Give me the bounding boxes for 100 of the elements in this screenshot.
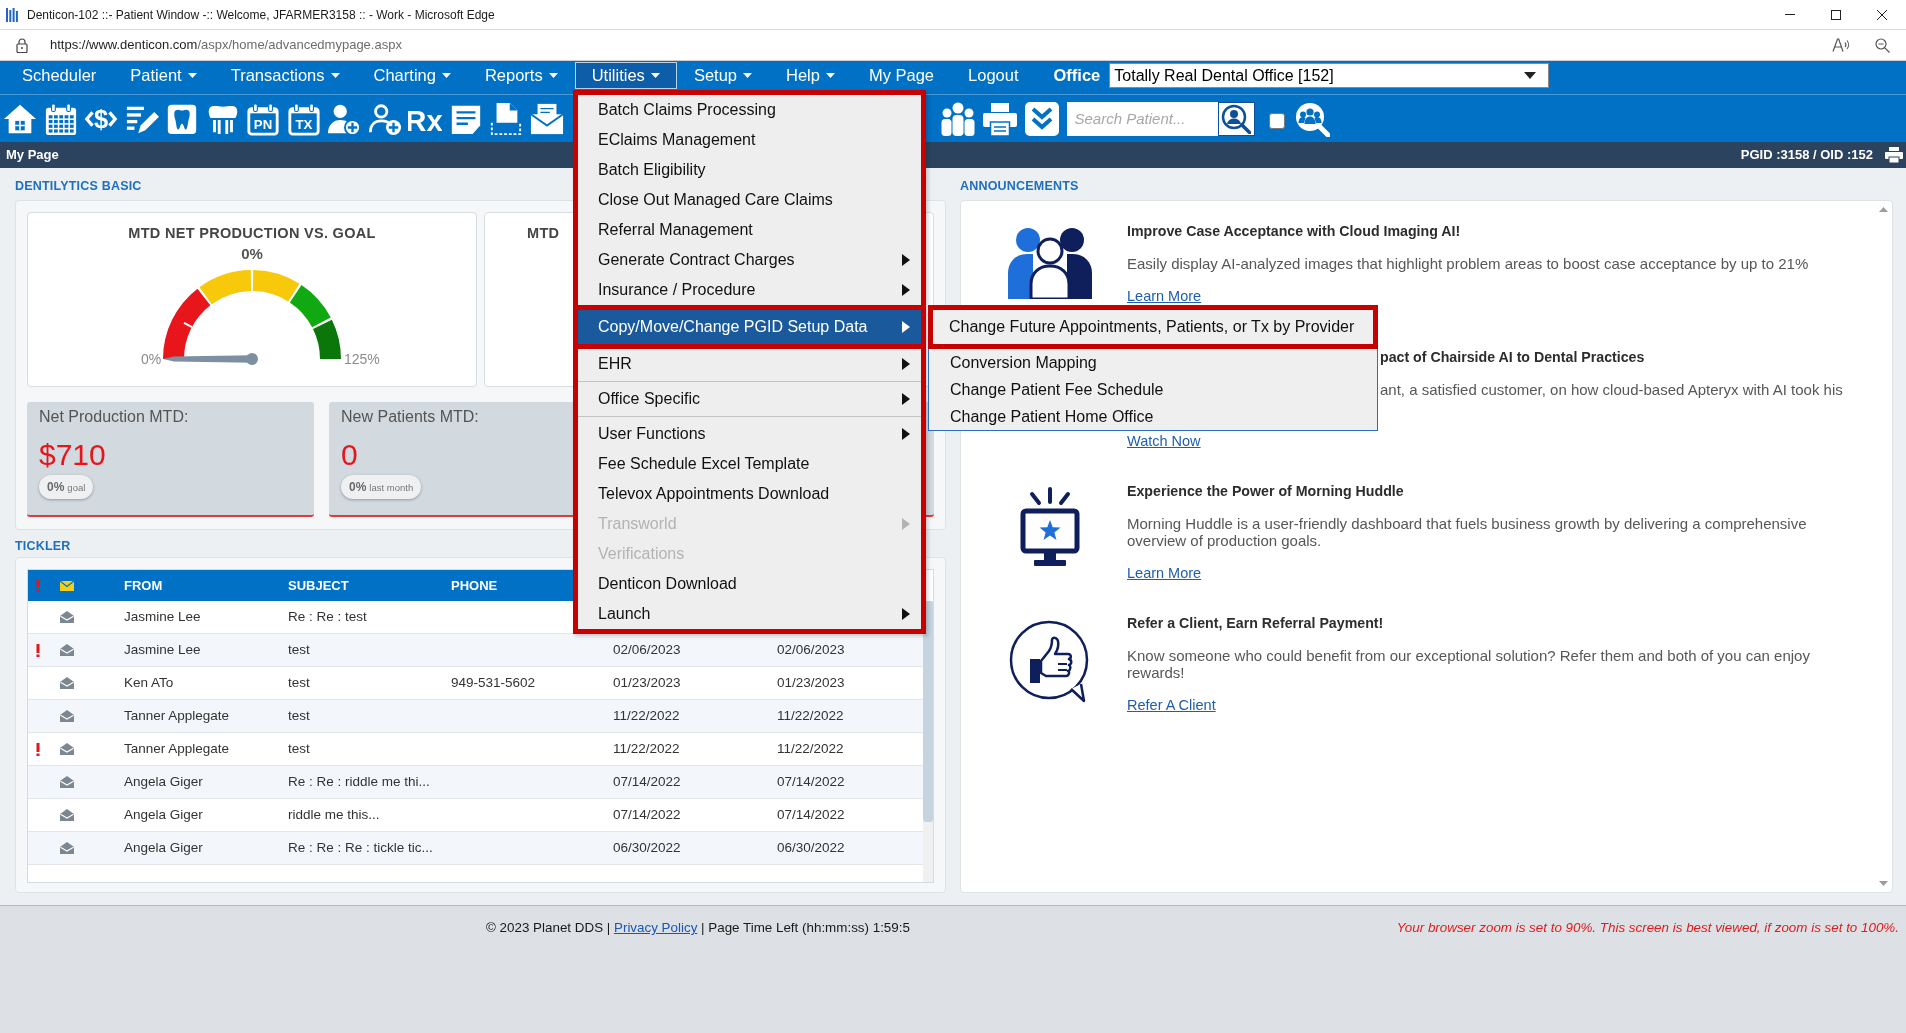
table-cell-text: 11/22/2022 (613, 739, 680, 758)
menu-option[interactable]: Launch (578, 599, 921, 629)
menu-item[interactable]: Reports (467, 62, 575, 89)
menu-option[interactable]: Generate Contract Charges (578, 245, 921, 275)
calendar-icon[interactable] (43, 101, 78, 136)
table-cell-text: Angela Giger (124, 772, 203, 791)
menu-option[interactable]: User Functions (578, 419, 921, 449)
menu-item[interactable]: Utilities (574, 62, 677, 89)
table-cell-text: Tanner Applegate (124, 706, 230, 725)
submenu-option[interactable]: Change Patient Home Office (929, 403, 1377, 430)
menu-option[interactable]: Referral Management (578, 215, 921, 245)
read-aloud-icon[interactable] (1832, 38, 1850, 52)
menu-option[interactable]: EHR (578, 349, 921, 379)
open-envelope-icon (60, 809, 74, 821)
pill-value: 0% (47, 479, 65, 496)
zoom-warning: Your browser zoom is set to 90%. This screen is best viewed, if zoom is set to 100%. (1396, 919, 1899, 937)
stat-label: New Patients MTD: (341, 408, 479, 426)
search-field[interactable]: Search Patient... (1066, 101, 1218, 136)
open-envelope-icon (60, 776, 74, 788)
window-title: Denticon-102 ::- Patient Window -:: Welcome, JFARMER3158 :: - Work - Microsoft Edge (27, 6, 495, 24)
table-cell-text: 11/22/2022 (777, 739, 844, 758)
add-person-icon[interactable] (367, 101, 402, 136)
table-cell-text: 06/30/2022 (613, 838, 681, 857)
printer-icon[interactable] (981, 100, 1018, 137)
menu-item[interactable]: Logout (951, 62, 1036, 89)
section-heading: ANNOUNCEMENTS (960, 178, 1079, 195)
scroll-up-icon[interactable] (1878, 207, 1888, 212)
gauge-title: MTD (527, 224, 560, 243)
menu-item[interactable]: Scheduler (5, 62, 114, 89)
menu-item[interactable]: Charting (356, 62, 468, 89)
announcement-link[interactable]: Learn More (1127, 287, 1202, 305)
pill-caption: goal (67, 481, 86, 495)
announcement-link[interactable]: Watch Now (1127, 432, 1201, 450)
envelope-icon (60, 580, 74, 591)
menu-option[interactable]: Insurance / Procedure (578, 275, 921, 305)
document-scan-icon[interactable] (489, 101, 523, 136)
section-heading: TICKLER (15, 538, 71, 555)
office-select[interactable]: Totally Real Dental Office [152] (1109, 63, 1550, 88)
menu-option[interactable]: Fee Schedule Excel Template (578, 449, 921, 479)
table-cell-text: 01/23/2023 (613, 673, 681, 692)
menu-option[interactable]: Close Out Managed Care Claims (578, 185, 921, 215)
table-cell-text: Re : Re : test (288, 607, 367, 626)
submenu-option[interactable]: Change Future Appointments, Patients, or Tx by Provider (928, 305, 1378, 349)
open-envelope-icon (60, 677, 74, 689)
pill-caption: last month (369, 481, 414, 495)
announcement-title: pact of Chairside AI to Dental Practices (1380, 348, 1645, 366)
table-row[interactable]: Tanner Applegate test 11/22/2022 11/22/2022 (28, 700, 923, 733)
printer-icon[interactable] (1885, 147, 1903, 163)
table-row[interactable]: Jasmine Lee test 02/06/2023 02/06/2023 (28, 634, 923, 667)
menu-option[interactable]: EClaims Management (578, 125, 921, 155)
group-search-icon[interactable] (1293, 100, 1330, 137)
table-cell-text: Tanner Applegate (124, 739, 230, 758)
privacy-link[interactable]: Privacy Policy (614, 920, 698, 935)
table-cell-text: 949-531-5602 (451, 673, 536, 692)
maximize-icon[interactable] (1831, 9, 1841, 20)
url-text[interactable]: https://www.denticon.com/aspx/home/advancedmypage.aspx (50, 35, 402, 55)
announcement-link[interactable]: Refer A Client (1127, 696, 1216, 714)
gauge-min-label: 0% (141, 351, 162, 367)
app-logo-icon (6, 7, 18, 22)
close-icon[interactable] (1877, 9, 1887, 20)
menu-item[interactable]: Setup (676, 62, 769, 89)
table-cell-text: Ken ATo (124, 673, 174, 692)
submenu-option[interactable]: Conversion Mapping (929, 349, 1377, 376)
table-cell-text: test (288, 640, 310, 659)
scrollbar-thumb[interactable] (923, 601, 933, 822)
scroll-down-icon[interactable] (1878, 881, 1888, 886)
table-row[interactable]: Angela Giger Re : Re : Re : tickle tic... 06/30/2022 06/30/2022 (28, 832, 923, 865)
table-row[interactable]: Angela Giger Re : Re : riddle me thi... 07/14/2022 07/14/2022 (28, 766, 923, 799)
envelope-icon[interactable] (529, 101, 564, 136)
open-envelope-icon (60, 710, 74, 722)
scrollbar[interactable] (923, 601, 933, 882)
menu-item[interactable]: Help (769, 62, 852, 89)
prescription-icon[interactable]: Rx (408, 101, 442, 136)
people-icon[interactable] (939, 100, 976, 137)
table-cell-text: Re : Re : Re : tickle tic... (288, 838, 433, 857)
announcement-title: Improve Case Acceptance with Cloud Imaging AI! (1127, 222, 1461, 240)
table-cell-text: 02/06/2023 (777, 640, 845, 659)
menu-option: Transworld (578, 509, 921, 539)
menu-option[interactable]: Televox Appointments Download (578, 479, 921, 509)
menu-option[interactable]: Office Specific (578, 384, 921, 414)
table-cell-text: 02/06/2023 (613, 640, 681, 659)
menu-option[interactable]: Denticon Download (578, 569, 921, 599)
table-cell-text: Angela Giger (124, 805, 203, 824)
announcement-text: Know someone who could benefit from our exceptional solution? Refer them and both of you can enjoy rewards! (1127, 647, 1811, 681)
table-cell-text: test (288, 739, 310, 758)
submenu-option[interactable]: Change Patient Fee Schedule (929, 376, 1377, 403)
double-chevron-icon[interactable] (1023, 100, 1060, 137)
menu-option[interactable]: Batch Eligibility (578, 155, 921, 185)
open-envelope-icon (60, 611, 74, 623)
menu-option[interactable]: Copy/Move/Change PGID Setup Data (578, 305, 921, 349)
zoom-out-icon[interactable] (1875, 37, 1890, 53)
menu-item[interactable]: My Page (851, 62, 952, 89)
patient-search-button[interactable] (1217, 101, 1255, 136)
menu-item[interactable]: Patient (113, 62, 214, 89)
announcement-text: Morning Huddle is a user-friendly dashboard that fuels business growth by delivering a comprehensive overview of production goals. (1127, 515, 1808, 549)
announcement-link[interactable]: Learn More (1127, 564, 1202, 582)
column-header: FROM (124, 576, 163, 595)
checkbox[interactable] (1268, 112, 1285, 129)
menu-option[interactable]: Batch Claims Processing (578, 95, 921, 125)
menu-item[interactable]: Transactions (213, 62, 357, 89)
